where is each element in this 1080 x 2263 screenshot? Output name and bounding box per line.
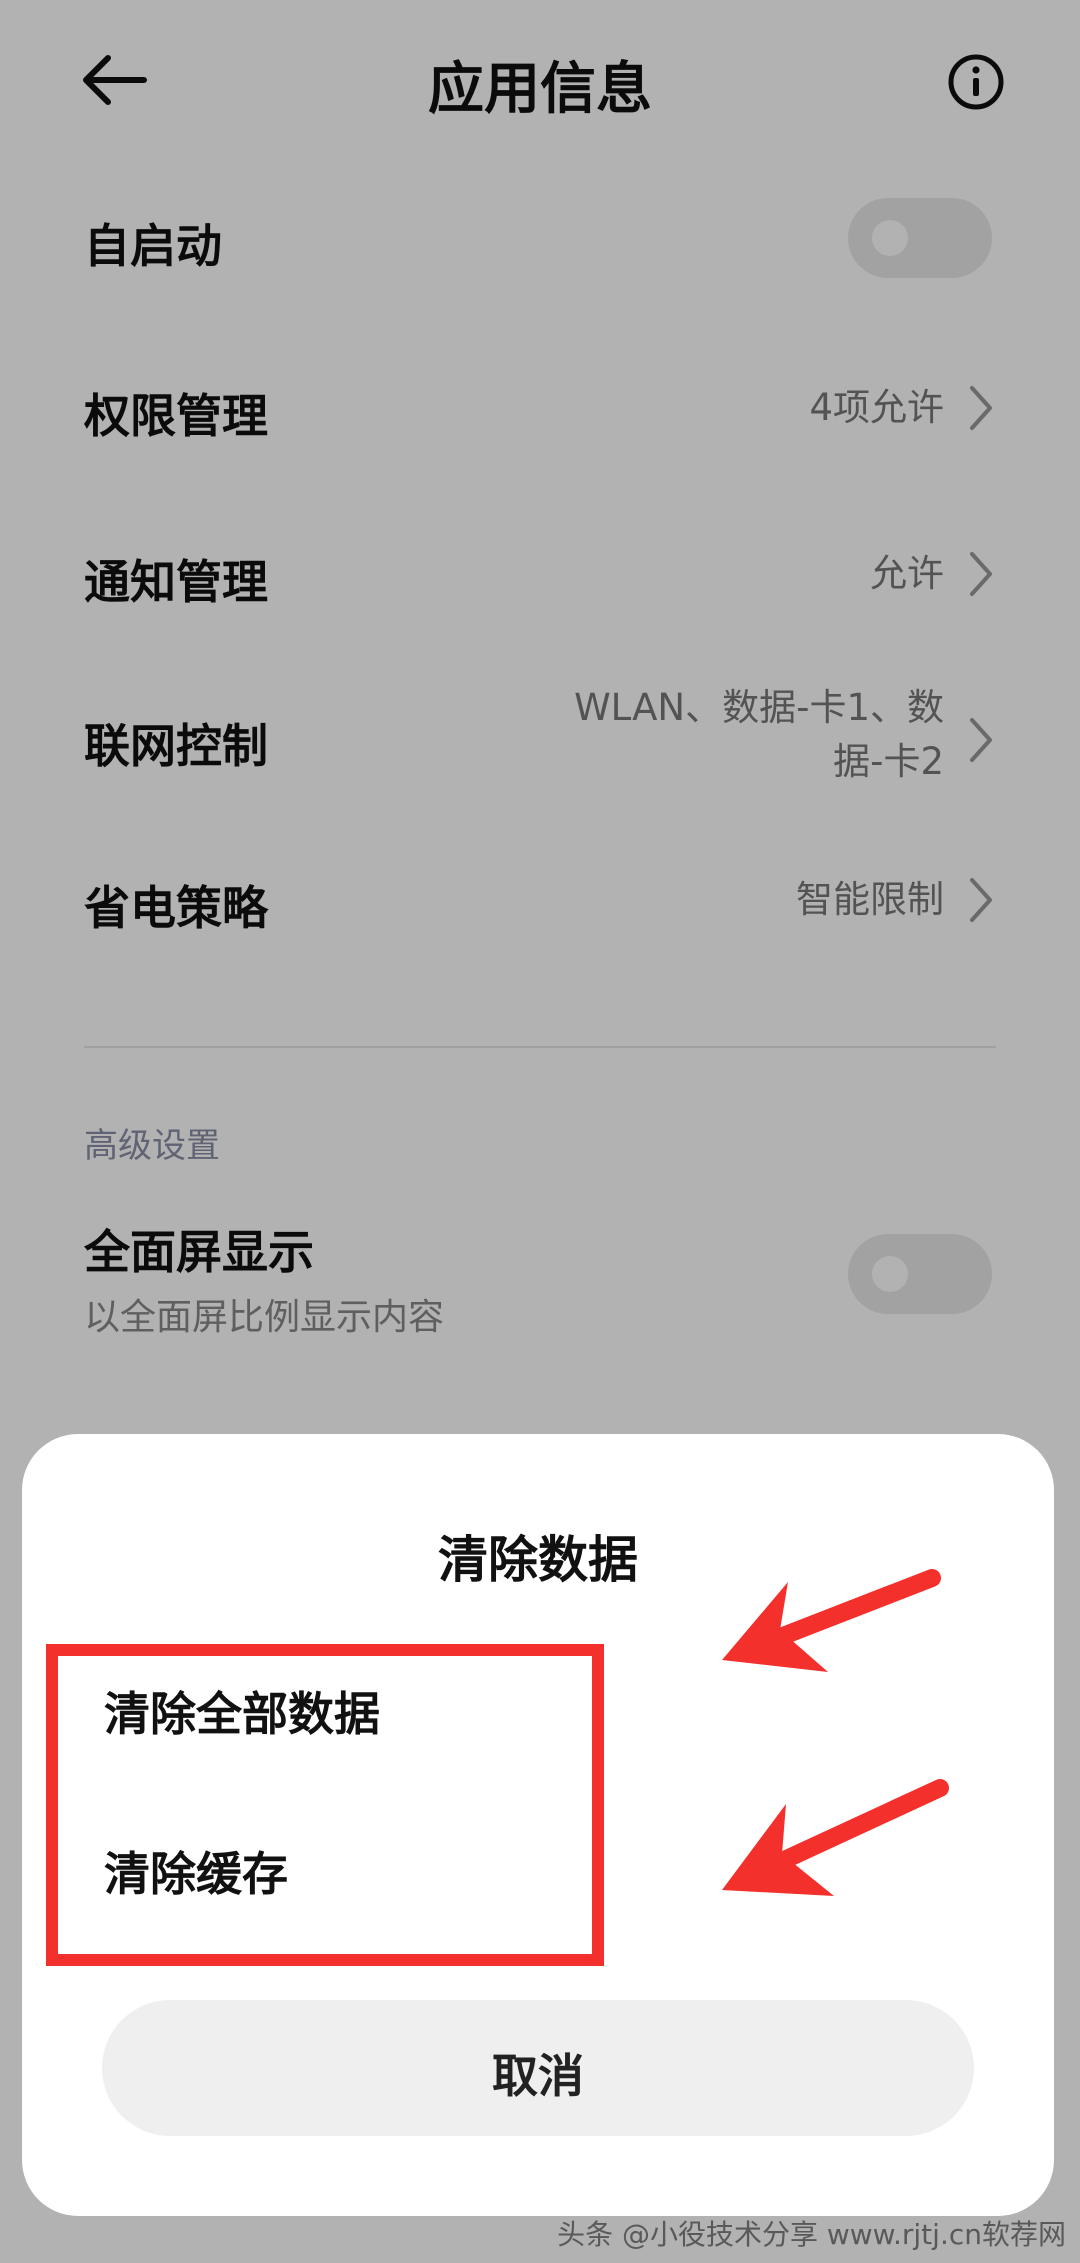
- cancel-button[interactable]: 取消: [102, 2000, 974, 2136]
- annotation-highlight-box: [46, 1644, 604, 1966]
- annotation-arrow-icon: [722, 1779, 949, 1896]
- annotation-arrow-icon: [722, 1569, 941, 1672]
- watermark: 头条 @小役技术分享 www.rjtj.cn软荐网: [557, 2218, 1066, 2251]
- cancel-label: 取消: [492, 2049, 584, 2103]
